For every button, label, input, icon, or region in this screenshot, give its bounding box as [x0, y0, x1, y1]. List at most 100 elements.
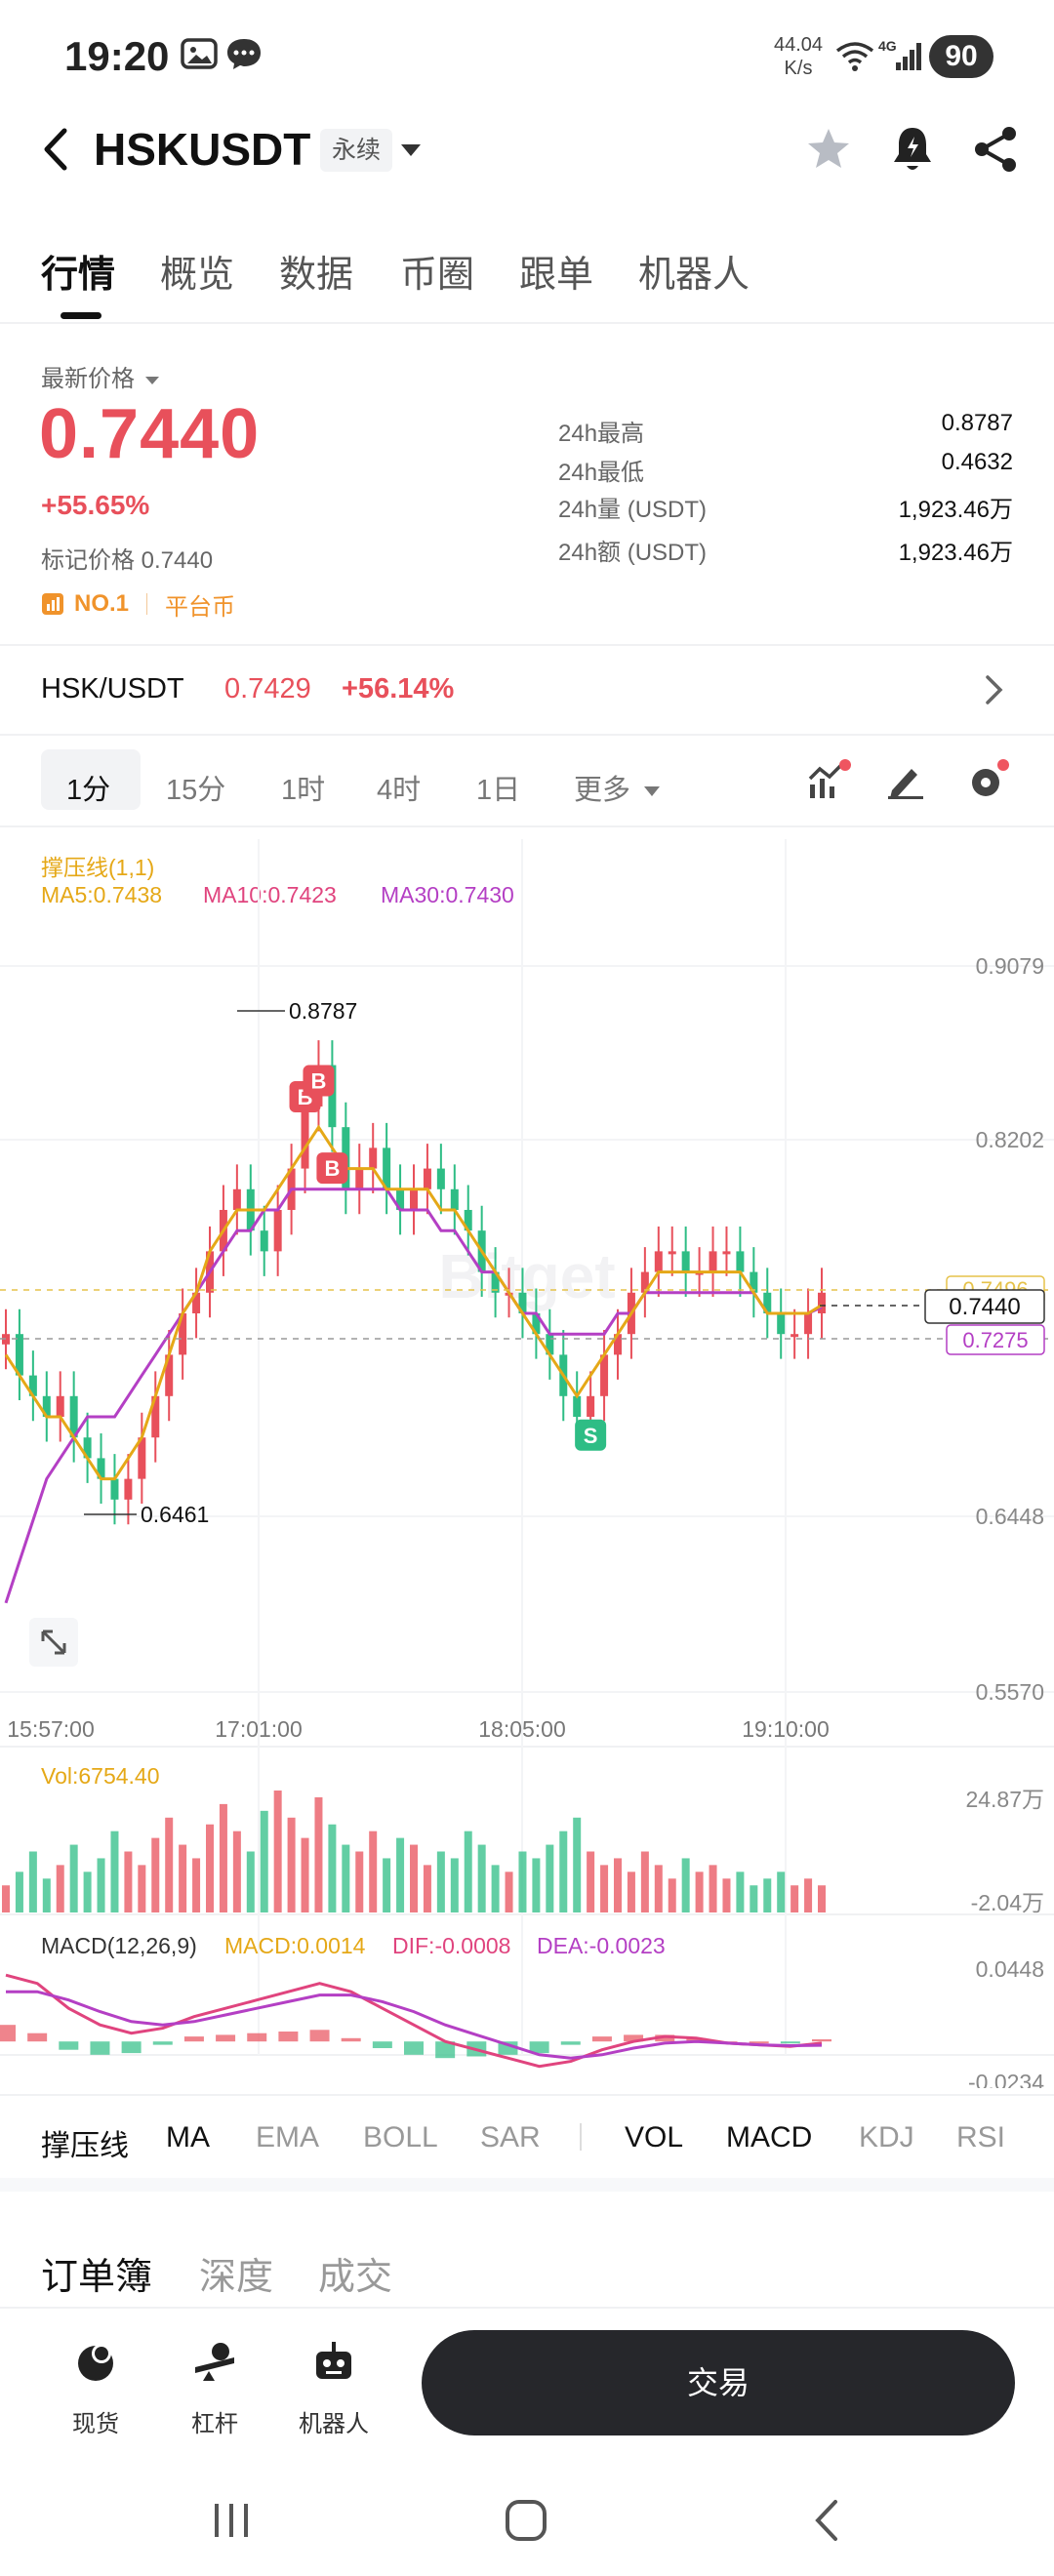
volume-bar [260, 1810, 268, 1912]
back-arrow-icon[interactable] [37, 125, 76, 174]
perpetual-badge: 永续 [320, 129, 393, 172]
rank-chart-icon [42, 593, 63, 615]
candle-body [301, 1106, 309, 1169]
tab-data[interactable]: 数据 [279, 244, 353, 298]
indicator-divider [580, 2123, 582, 2151]
network-speed: 44.04 K/s [769, 33, 828, 80]
favorite-star-icon[interactable] [804, 125, 853, 174]
stat-low-value: 0.4632 [941, 449, 1013, 475]
home-icon[interactable] [504, 2498, 548, 2543]
tab-market[interactable]: 行情 [41, 244, 115, 298]
interval-1m[interactable]: 1分 [66, 767, 110, 808]
tab-bots[interactable]: 机器人 [638, 244, 750, 298]
volume-bar [695, 1872, 704, 1912]
caret-down-icon[interactable] [400, 142, 422, 158]
spot-coin-icon[interactable] [72, 2338, 119, 2385]
price-alert-bell-icon[interactable] [888, 123, 937, 176]
rank-divider [146, 593, 148, 615]
y-tick: 0.6448 [976, 1504, 1044, 1529]
volume-bar [436, 1851, 445, 1912]
x-tick: 17:01:00 [215, 1716, 303, 1742]
candle-body [654, 1251, 663, 1272]
volume-bar [587, 1851, 595, 1912]
volume-bar [477, 1844, 486, 1912]
tab-depth[interactable]: 深度 [199, 2246, 273, 2300]
volume-bar [301, 1837, 309, 1912]
pair-title[interactable]: HSKUSDT [94, 123, 310, 176]
trade-button[interactable]: 交易 [422, 2330, 1015, 2435]
marker-label: S [584, 1424, 598, 1448]
leverage-icon[interactable] [191, 2338, 238, 2385]
back-nav-icon[interactable] [806, 2498, 851, 2543]
interval-1h[interactable]: 1时 [281, 767, 325, 808]
interval-more[interactable]: 更多 [574, 767, 661, 808]
candle-body [818, 1292, 826, 1313]
caret-down-icon [644, 786, 661, 797]
volume-bar [736, 1872, 745, 1912]
interval-1d[interactable]: 1日 [476, 767, 520, 808]
volume-bar [246, 1851, 255, 1912]
svg-text:4G: 4G [878, 38, 897, 54]
volume-bar [42, 1878, 51, 1912]
tab-community[interactable]: 币圈 [400, 244, 474, 298]
volume-bar [219, 1803, 227, 1912]
candle-body [124, 1478, 133, 1500]
candle-body [681, 1251, 690, 1272]
latest-price-selector[interactable]: 最新价格 [41, 359, 159, 393]
bottom-leverage-label[interactable]: 杠杆 [156, 2404, 273, 2438]
volume-bar [97, 1858, 105, 1912]
indicator-rsi[interactable]: RSI [956, 2121, 1005, 2154]
macd-bar [121, 2041, 142, 2054]
indicator-boll[interactable]: BOLL [363, 2121, 438, 2154]
mark-price: 标记价格 0.7440 [41, 547, 214, 574]
indicator-kdj[interactable]: KDJ [859, 2121, 914, 2154]
tab-orderbook[interactable]: 订单簿 [41, 2246, 152, 2300]
tab-overview[interactable]: 概览 [160, 244, 234, 298]
macd-bar [341, 2037, 361, 2042]
candle-body [260, 1230, 268, 1252]
indicator-ema[interactable]: EMA [256, 2121, 319, 2154]
indicator-support-line[interactable]: 撑压线 [41, 2121, 129, 2164]
bottom-bots-label[interactable]: 机器人 [275, 2404, 392, 2438]
dif-value: DIF:-0.0008 [392, 1933, 510, 1958]
indicator-tool-icon[interactable] [806, 759, 851, 802]
volume-bar [491, 1865, 500, 1912]
macd-bar [812, 2038, 831, 2042]
low-marker-label: 0.6461 [141, 1502, 209, 1527]
x-tick: 15:57:00 [7, 1716, 95, 1742]
recent-apps-icon[interactable] [209, 2498, 254, 2543]
volume-bar [818, 1885, 826, 1912]
chart-settings-gear-icon[interactable] [968, 759, 1009, 802]
category-tag[interactable]: 平台币 [165, 587, 235, 622]
tab-trades[interactable]: 成交 [318, 2246, 392, 2300]
candle-body [736, 1251, 745, 1272]
volume-bar [410, 1844, 418, 1912]
kline-chart[interactable]: Bitget BBBS 0.8787 0.6461 0.9079 0.8202 … [0, 839, 1054, 2088]
indicator-ma[interactable]: MA [166, 2121, 210, 2154]
spot-change: +56.14% [342, 673, 455, 704]
robot-icon[interactable] [310, 2338, 357, 2385]
volume-bar [804, 1878, 813, 1912]
spot-pair-name: HSK/USDT [41, 673, 184, 704]
indicator-sar[interactable]: SAR [480, 2121, 541, 2154]
indicator-vol[interactable]: VOL [625, 2121, 683, 2154]
share-icon[interactable] [972, 125, 1019, 174]
candle-body [668, 1251, 676, 1255]
bottom-spot-label[interactable]: 现货 [37, 2404, 154, 2438]
candle-body [273, 1209, 282, 1252]
interval-15m[interactable]: 15分 [166, 767, 225, 808]
indicator-macd[interactable]: MACD [726, 2121, 812, 2154]
volume-bar [273, 1791, 282, 1912]
volume-bar [15, 1872, 23, 1912]
stat-turnover-value: 1,923.46万 [898, 540, 1013, 566]
draw-pen-icon[interactable] [886, 761, 925, 800]
interval-4h[interactable]: 4时 [377, 767, 421, 808]
expand-chart-icon[interactable] [29, 1618, 78, 1667]
candle-body [355, 1168, 364, 1189]
macd-bar [27, 2033, 48, 2042]
high-marker-label: 0.8787 [289, 998, 357, 1024]
macd-axis-top: 0.0448 [976, 1956, 1044, 1982]
macd-legend: MACD(12,26,9) MACD:0.0014 DIF:-0.0008 DE… [41, 1933, 666, 1958]
tab-copy-trading[interactable]: 跟单 [519, 244, 593, 298]
price-change-percent: +55.65% [41, 490, 150, 520]
